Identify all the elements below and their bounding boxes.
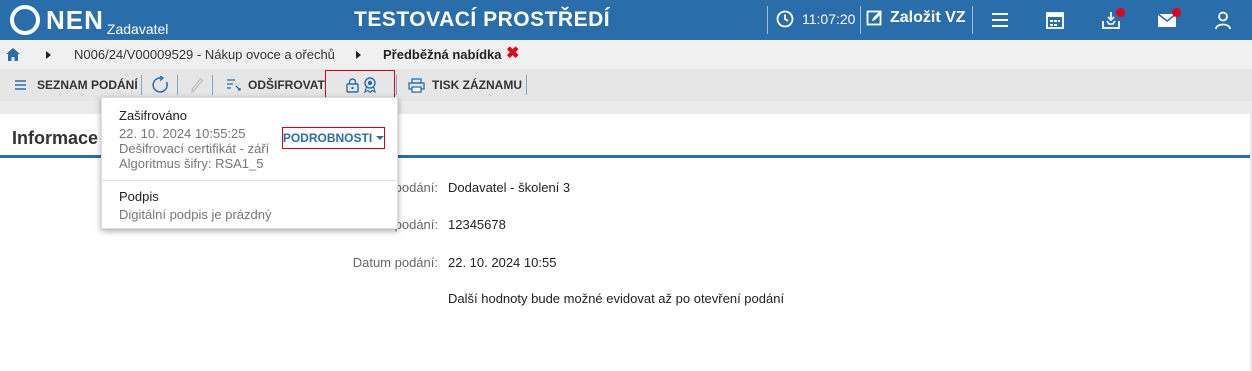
popup-divider (102, 180, 397, 181)
calendar-icon[interactable] (1045, 10, 1065, 30)
environment-title: TESTOVACÍ PROSTŘEDÍ (354, 8, 611, 31)
logo-text: NEN (46, 5, 104, 35)
create-vz-label: Založit VZ (890, 9, 966, 26)
mail-notification-dot (1172, 8, 1181, 17)
header-divider (860, 6, 861, 34)
printer-icon (408, 77, 425, 93)
chevron-down-icon (376, 136, 385, 140)
decrypt-label: ODŠIFROVAT (248, 78, 325, 92)
certificate-icon (364, 77, 376, 93)
breadcrumb-separator-icon (46, 51, 51, 59)
refresh-icon (152, 76, 168, 93)
print-record-button[interactable]: TISK ZÁZNAMU (408, 69, 522, 101)
encrypted-algorithm: Algoritmus šifry: RSA1_5 (119, 156, 264, 171)
header-divider (767, 6, 768, 34)
lock-icon (346, 77, 359, 93)
decrypt-icon (227, 79, 241, 91)
signature-status: Digitální podpis je prázdný (119, 207, 272, 222)
details-button[interactable]: PODROBNOSTI (282, 127, 385, 149)
submission-date-value: 22. 10. 2024 10:55 (448, 255, 557, 270)
panel-title: Informace I (12, 128, 109, 148)
inbox-notification-dot (1116, 8, 1125, 17)
toolbar-divider (212, 75, 213, 95)
nen-logo-mark (10, 5, 40, 35)
breadcrumb: N006/24/V00009529 - Nákup ovoce a ořechů… (0, 40, 1252, 69)
home-icon[interactable] (6, 48, 20, 61)
details-label: PODROBNOSTI (282, 131, 373, 145)
close-icon[interactable]: ✖ (506, 45, 519, 63)
session-clock: 11:07:20 (776, 10, 855, 28)
top-header: NEN Zadavatel TESTOVACÍ PROSTŘEDÍ 11:07:… (0, 0, 1252, 40)
create-vz-button[interactable]: Založit VZ (866, 9, 966, 27)
breadcrumb-separator-icon (356, 51, 361, 59)
security-info-popup: Zašifrováno 22. 10. 2024 10:55:25 Dešifr… (101, 97, 398, 229)
toolbar-divider (396, 75, 397, 95)
header-divider (972, 6, 973, 34)
submission-date-label: Datum podání: (352, 255, 438, 270)
supplier-id-value: 12345678 (448, 217, 506, 232)
logo-subtitle: Zadavatel (106, 21, 169, 37)
encrypted-title: Zašifrováno (119, 108, 187, 123)
toolbar-divider (177, 75, 178, 95)
encrypted-certificate: Dešifrovací certifikát - září (119, 141, 270, 156)
user-icon[interactable] (1213, 10, 1233, 30)
toolbar-divider (526, 75, 527, 95)
signature-title: Podpis (119, 189, 159, 204)
edit-icon (866, 10, 882, 26)
encrypted-date: 22. 10. 2024 10:55:25 (119, 126, 246, 141)
menu-icon[interactable] (990, 10, 1010, 30)
print-record-label: TISK ZÁZNAMU (432, 78, 522, 92)
list-submissions-label: SEZNAM PODÁNÍ (37, 78, 138, 92)
breadcrumb-current: Předběžná nabídka (383, 47, 502, 62)
list-icon (15, 80, 26, 90)
clock-icon (776, 10, 794, 28)
nen-logo[interactable]: NEN Zadavatel (10, 4, 169, 37)
info-note: Další hodnoty bude možné evidovat až po … (448, 291, 785, 306)
toolbar-divider (141, 75, 142, 95)
breadcrumb-item-tender[interactable]: N006/24/V00009529 - Nákup ovoce a ořechů (74, 47, 335, 63)
pencil-icon (191, 78, 204, 93)
supplier-name-value: Dodavatel - školení 3 (448, 180, 571, 195)
session-time: 11:07:20 (802, 11, 856, 27)
